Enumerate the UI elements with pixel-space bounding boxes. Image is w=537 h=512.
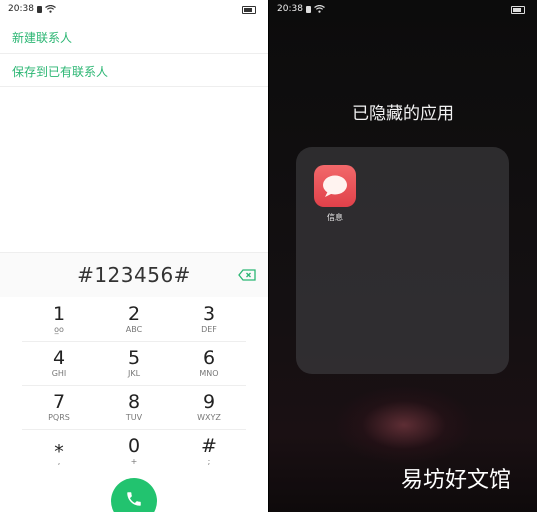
menu-divider	[0, 53, 268, 54]
key-9[interactable]: 9 WXYZ	[172, 391, 246, 435]
key-digit: #	[201, 435, 217, 457]
app-label: 信息	[327, 213, 343, 222]
key-digit: 3	[202, 303, 216, 325]
wifi-icon	[314, 5, 325, 13]
battery-icon	[242, 6, 256, 14]
key-letters: ;	[207, 457, 211, 466]
key-digit: 2	[127, 303, 141, 325]
key-6[interactable]: 6 MNO	[172, 347, 246, 391]
key-7[interactable]: 7 PQRS	[22, 391, 96, 435]
menu-divider	[0, 86, 268, 87]
key-3[interactable]: 3 DEF	[172, 303, 246, 347]
key-1[interactable]: 1 ᴏ̲ᴏ	[22, 303, 96, 347]
key-digit: 1	[52, 303, 66, 325]
hidden-apps-folder: 信息	[296, 147, 509, 374]
dialed-number[interactable]: #123456#	[0, 263, 268, 287]
save-to-existing-contact-option[interactable]: 保存到已有联系人	[12, 63, 108, 80]
number-bar: #123456#	[0, 252, 268, 297]
key-star[interactable]: ⁎ ,	[22, 435, 96, 479]
sim-icon	[305, 5, 311, 13]
watermark-text: 易坊好文馆	[400, 468, 511, 493]
message-bubble-icon	[314, 165, 356, 207]
battery-icon	[511, 6, 525, 14]
key-digit: 5	[127, 347, 141, 369]
wifi-icon	[45, 5, 56, 13]
key-digit: 9	[202, 391, 216, 413]
key-letters: PQRS	[48, 413, 70, 422]
app-messages[interactable]: 信息	[314, 165, 356, 223]
phone-icon	[127, 492, 141, 506]
status-time: 20:38	[277, 4, 303, 14]
backspace-icon[interactable]	[238, 269, 256, 281]
status-bar: 20:38	[8, 4, 56, 14]
key-letters: ABC	[125, 325, 143, 334]
key-digit: ⁎	[54, 435, 64, 457]
key-hash[interactable]: # ;	[172, 435, 246, 479]
key-0[interactable]: 0 +	[97, 435, 171, 479]
dialer-screen: 20:38 新建联系人 保存到已有联系人 #123456# 1 ᴏ̲ᴏ 2 AB…	[0, 0, 268, 512]
key-5[interactable]: 5 JKL	[97, 347, 171, 391]
voicemail-icon: ᴏ̲ᴏ	[54, 325, 64, 334]
key-letters: DEF	[201, 325, 217, 334]
key-8[interactable]: 8 TUV	[97, 391, 171, 435]
key-digit: 6	[202, 347, 216, 369]
key-digit: 0	[127, 435, 141, 457]
sim-icon	[36, 5, 42, 13]
key-digit: 8	[127, 391, 141, 413]
key-4[interactable]: 4 GHI	[22, 347, 96, 391]
key-digit: 7	[52, 391, 66, 413]
key-letters: TUV	[125, 413, 143, 422]
key-letters: JKL	[127, 369, 141, 378]
key-letters: GHI	[51, 369, 67, 378]
status-time: 20:38	[8, 4, 34, 14]
key-letters: WXYZ	[197, 413, 221, 422]
key-letters: +	[130, 457, 138, 466]
key-letters: ,	[57, 457, 61, 466]
key-letters: MNO	[199, 369, 219, 378]
key-digit: 4	[52, 347, 66, 369]
hidden-apps-screen: 20:38 已隐藏的应用 信息 易坊好文馆	[269, 0, 537, 512]
hidden-apps-title: 已隐藏的应用	[352, 104, 454, 124]
key-2[interactable]: 2 ABC	[97, 303, 171, 347]
new-contact-option[interactable]: 新建联系人	[12, 29, 72, 46]
call-button[interactable]	[111, 478, 157, 512]
status-bar: 20:38	[277, 4, 325, 14]
